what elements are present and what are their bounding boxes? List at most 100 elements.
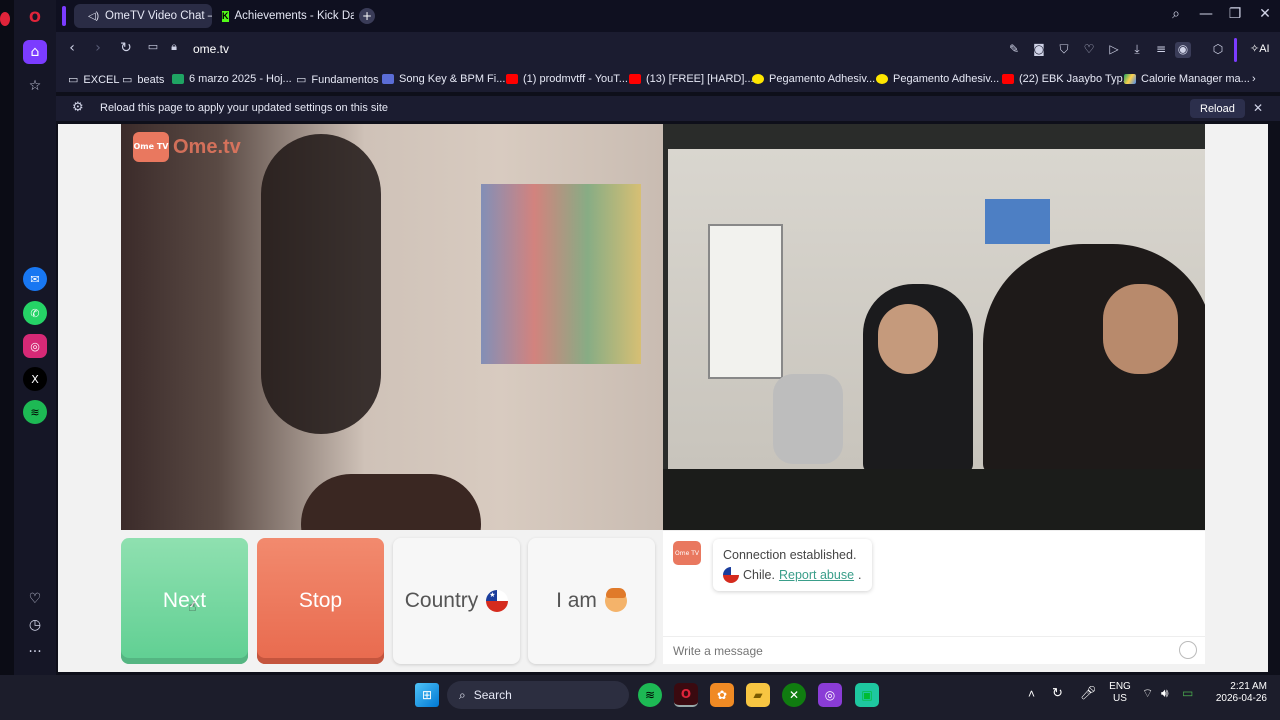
bookmark-item[interactable]: (1) prodmvtff - YouT... xyxy=(506,73,628,85)
file-explorer-icon[interactable]: ▰ xyxy=(746,683,770,707)
battery-icon[interactable]: ▭ xyxy=(1182,687,1193,699)
youtube-icon xyxy=(506,74,518,84)
clock[interactable]: 2:21 AM 2026-04-26 xyxy=(1205,681,1267,705)
kick-icon: K xyxy=(222,10,229,22)
taskbar: ⊞ ⌕ Search ≋ O ✿ ▰ ✕ ◎ ▣ ˄ ↻ 🎤︎ ENG US ⌔ 🔊… xyxy=(0,675,1280,720)
address-bar: ‹ › ↻ ▭ 🔒︎ ome.tv ✎ ◙ ⛉ ♡ ▷ ⤓ ≡ ◉ ⬡ ✧AI xyxy=(56,32,1280,68)
heart-outline-icon[interactable]: ♡ xyxy=(1081,42,1097,58)
minimize-button[interactable]: — xyxy=(1196,6,1216,26)
spotify-taskbar-icon[interactable]: ≋ xyxy=(638,683,662,707)
cube-icon[interactable]: ⬡ xyxy=(1210,42,1226,58)
star-icon[interactable]: ☆ xyxy=(23,74,47,98)
sync-icon[interactable]: ↻ xyxy=(1052,686,1063,699)
folder-icon: ▭ xyxy=(296,74,307,86)
back-icon[interactable]: ‹ xyxy=(62,40,82,60)
bookmarks-bar: ▭ EXCEL ▭ beats 6 marzo 2025 - Hoj... ▭ Fun… xyxy=(56,68,1280,92)
close-button[interactable]: ✕ xyxy=(1255,6,1275,26)
bookmark-item[interactable]: ▭ Fundamentos xyxy=(296,73,379,87)
chat-panel: Ome TV Connection established. Chile. Re… xyxy=(663,530,1205,664)
taskbar-search[interactable]: ⌕ Search xyxy=(447,681,629,709)
opera-taskbar-icon[interactable]: O xyxy=(674,683,698,707)
download-icon[interactable]: ⤓ xyxy=(1129,42,1145,58)
bookmark-item[interactable]: (22) EBK Jaaybo Typ... xyxy=(1002,73,1132,85)
video-shape xyxy=(301,474,481,530)
bookmark-item[interactable]: (13) [FREE] [HARD]... xyxy=(629,73,754,85)
bookmark-item[interactable]: ▭ EXCEL xyxy=(68,73,119,87)
country-button[interactable]: Country ★ xyxy=(393,538,520,664)
system-message: Connection established. Chile. Report ab… xyxy=(713,539,872,591)
edit-icon[interactable]: ✎ xyxy=(1006,42,1022,58)
emoji-icon[interactable] xyxy=(1179,641,1197,659)
xbox-icon[interactable]: ✕ xyxy=(782,683,806,707)
video-shape xyxy=(261,134,381,434)
opera-menu-icon[interactable]: O xyxy=(23,6,47,30)
more-icon[interactable]: ··· xyxy=(23,640,47,664)
tab-ometv[interactable]: ◁) OmeTV Video Chat — xyxy=(74,4,212,28)
chile-flag-icon xyxy=(723,567,739,583)
lock-icon: 🔒︎ xyxy=(171,40,177,53)
self-video xyxy=(663,124,1205,530)
music-icon xyxy=(382,74,394,84)
ometv-page: Ome TV Ome.tv Next Stop Country ★ I am O… xyxy=(58,124,1268,672)
url-text[interactable]: ome.tv xyxy=(193,42,229,56)
chevron-up-icon[interactable]: ˄ xyxy=(1028,688,1035,700)
tab-label: Achievements - Kick Dash xyxy=(234,10,355,22)
mouse-cursor-icon: ☝ xyxy=(188,599,197,615)
folder-icon: ▭ xyxy=(68,74,79,86)
heart-icon[interactable]: ♡ xyxy=(23,587,47,611)
gear-icon: ⚙ xyxy=(72,100,84,115)
message-input[interactable] xyxy=(663,636,1205,664)
bookmark-item[interactable]: 6 marzo 2025 - Hoj... xyxy=(172,73,292,85)
tab-strip: ◁) OmeTV Video Chat — K Achievements - K… xyxy=(56,0,1280,32)
spotify-icon[interactable]: ≋ xyxy=(23,400,47,424)
maximize-button[interactable]: ❐ xyxy=(1225,6,1245,26)
bookmark-item[interactable]: Song Key & BPM Fi... xyxy=(382,73,505,85)
profile-icon[interactable]: ◉ xyxy=(1175,42,1191,58)
instagram-icon[interactable]: ◎ xyxy=(23,334,47,358)
close-icon[interactable]: ✕ xyxy=(1253,101,1263,115)
windows-start-icon[interactable]: ⊞ xyxy=(415,683,439,707)
forward-icon[interactable]: › xyxy=(88,40,108,60)
camera-icon[interactable]: ◙ xyxy=(1031,42,1047,58)
easy-setup-icon[interactable]: ▭ xyxy=(143,40,163,60)
reload-icon[interactable]: ↻ xyxy=(116,40,136,60)
home-icon[interactable]: ⌂ xyxy=(23,40,47,64)
search-tabs-icon[interactable]: ⌕ xyxy=(1166,6,1186,26)
video-shape xyxy=(481,184,641,364)
video-shape xyxy=(1103,284,1178,374)
stop-button[interactable]: Stop xyxy=(257,538,384,664)
whatsapp-icon[interactable]: ✆ xyxy=(23,301,47,325)
wifi-icon[interactable]: ⌔ xyxy=(1142,687,1153,699)
report-period: . xyxy=(858,568,862,582)
bookmarks-overflow-icon[interactable]: › xyxy=(1252,73,1256,85)
bookmark-item[interactable]: Calorie Manager ma... xyxy=(1124,73,1250,85)
aria-ai-button[interactable]: ✧AI xyxy=(1250,42,1270,55)
bookmark-item[interactable]: Pegamento Adhesiv... xyxy=(752,73,875,85)
volume-icon[interactable]: 🔊︎ xyxy=(1161,687,1169,699)
drive-icon xyxy=(1124,74,1136,84)
tab-achievements[interactable]: K Achievements - Kick Dash xyxy=(214,4,354,28)
left-edge-rail xyxy=(0,0,14,720)
menu-icon[interactable]: ≡ xyxy=(1153,42,1169,58)
fl-studio-icon[interactable]: ✿ xyxy=(710,683,734,707)
language-indicator[interactable]: ENG US xyxy=(1106,681,1134,705)
report-abuse-link[interactable]: Report abuse xyxy=(779,565,854,585)
history-icon[interactable]: ◷ xyxy=(23,613,47,637)
play-icon[interactable]: ▷ xyxy=(1106,42,1122,58)
app-icon[interactable]: ◎ xyxy=(818,683,842,707)
divider xyxy=(1234,38,1237,62)
reload-button[interactable]: Reload xyxy=(1190,99,1245,118)
next-button[interactable]: Next xyxy=(121,538,248,664)
bookmark-item[interactable]: Pegamento Adhesiv... xyxy=(876,73,999,85)
new-tab-button[interactable]: + xyxy=(359,8,375,24)
video-shape xyxy=(773,374,843,464)
x-icon[interactable]: X xyxy=(23,367,47,391)
messenger-icon[interactable]: ✉ xyxy=(23,267,47,291)
tab-label: OmeTV Video Chat — xyxy=(105,10,212,22)
bookmark-item[interactable]: ▭ beats xyxy=(122,73,164,87)
app-icon[interactable]: ▣ xyxy=(855,683,879,707)
i-am-button[interactable]: I am xyxy=(528,538,655,664)
shield-icon[interactable]: ⛉ xyxy=(1056,42,1072,58)
video-shape xyxy=(985,199,1050,244)
microphone-icon[interactable]: 🎤︎ xyxy=(1080,686,1097,699)
